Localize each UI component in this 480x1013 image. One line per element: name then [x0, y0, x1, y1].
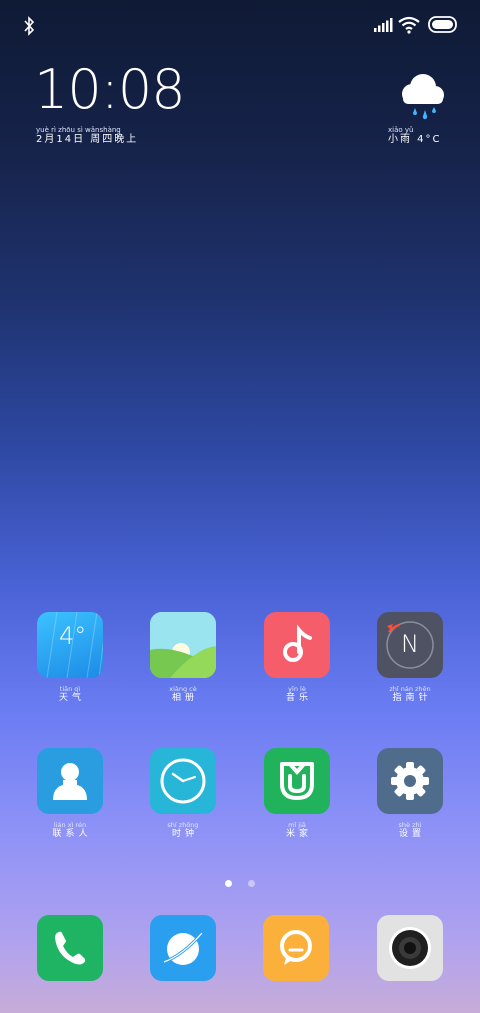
- app-settings[interactable]: shè zhì 设置: [376, 748, 444, 840]
- page-dot-active[interactable]: [225, 880, 233, 887]
- weather-text: 小雨 4°C: [388, 134, 442, 145]
- contacts-icon: [37, 748, 103, 814]
- music-note-icon: [264, 612, 330, 678]
- weather-widget[interactable]: xiǎo yǔ 小雨 4°C: [388, 126, 442, 146]
- date-widget[interactable]: yuè rì zhōu sì wǎnshàng 2月14日 周四晚上: [36, 126, 138, 146]
- phone-icon[interactable]: [37, 915, 103, 981]
- clock-time[interactable]: 10:08: [34, 58, 186, 122]
- app-label: 设置: [398, 829, 425, 839]
- app-pinyin: yīn lè: [288, 685, 306, 693]
- date-text: 2月14日 周四晚上: [36, 134, 139, 145]
- app-pinyin: mǐ jiā: [288, 821, 306, 829]
- bluetooth-icon: [24, 16, 35, 36]
- app-label: 米家: [285, 829, 312, 839]
- app-mijia[interactable]: mǐ jiā 米家: [263, 748, 331, 840]
- mijia-icon: [264, 748, 330, 814]
- browser-icon[interactable]: [150, 915, 216, 981]
- wifi-icon: [398, 16, 420, 34]
- date-pinyin: yuè rì zhōu sì wǎnshàng: [36, 126, 121, 134]
- battery-icon: [428, 16, 457, 33]
- app-music[interactable]: yīn lè 音乐: [263, 612, 331, 704]
- app-label: 时钟: [171, 829, 198, 839]
- app-pinyin: zhǐ nán zhēn: [389, 685, 431, 693]
- app-pinyin: shè zhì: [398, 821, 422, 829]
- app-label: 音乐: [285, 693, 312, 703]
- app-label: 指南针: [392, 693, 432, 703]
- status-bar: [0, 0, 480, 50]
- app-weather[interactable]: 4° tiān qì 天气: [36, 612, 104, 704]
- gallery-icon: [150, 612, 216, 678]
- app-pinyin: xiàng cè: [169, 685, 197, 693]
- app-label: 天气: [58, 693, 85, 703]
- weather-app-icon: 4°: [37, 612, 103, 678]
- page-dot[interactable]: [247, 880, 255, 887]
- app-label: 联系人: [52, 829, 92, 839]
- app-pinyin: tiān qì: [59, 685, 81, 693]
- app-pinyin: lián xì rén: [53, 821, 87, 829]
- app-pinyin: shí zhōng: [167, 821, 199, 829]
- gear-icon: [377, 748, 443, 814]
- app-contacts[interactable]: lián xì rén 联系人: [36, 748, 104, 840]
- weather-tile-temp: 4°: [59, 622, 87, 650]
- app-compass[interactable]: N zhǐ nán zhēn 指南针: [376, 612, 444, 704]
- compass-letter: N: [401, 630, 419, 658]
- messages-icon[interactable]: [263, 915, 329, 981]
- weather-pinyin: xiǎo yǔ: [388, 126, 414, 134]
- camera-icon[interactable]: [377, 915, 443, 981]
- app-clock[interactable]: shí zhōng 时钟: [149, 748, 217, 840]
- compass-icon: N: [377, 612, 443, 678]
- signal-icon: [374, 18, 393, 32]
- page-indicator[interactable]: [0, 872, 480, 891]
- rain-cloud-icon[interactable]: [392, 70, 446, 120]
- app-label: 相册: [171, 693, 198, 703]
- clock-icon: [150, 748, 216, 814]
- app-gallery[interactable]: xiàng cè 相册: [149, 612, 217, 704]
